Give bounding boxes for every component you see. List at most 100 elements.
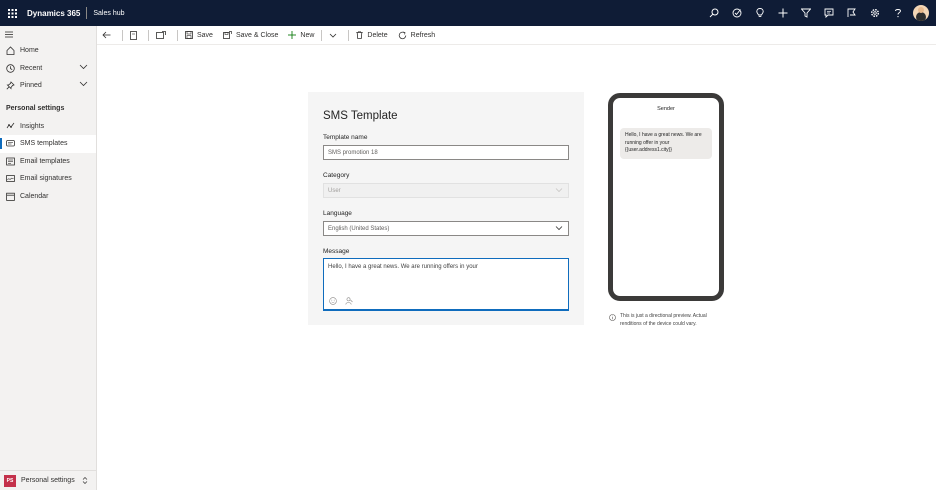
plus-icon — [288, 31, 297, 39]
chevron-down-icon[interactable] — [555, 225, 563, 233]
pin-icon — [6, 81, 15, 90]
emoji-icon[interactable] — [329, 297, 337, 305]
message-value: Hello, I have a great news. We are runni… — [328, 264, 478, 270]
filter-icon[interactable] — [794, 0, 817, 26]
top-icons — [702, 0, 932, 26]
assist-icon[interactable] — [840, 0, 863, 26]
language-value: English (United States) — [328, 225, 390, 232]
message-label: Message — [323, 248, 350, 255]
app-name[interactable]: Dynamics 365 — [27, 9, 80, 18]
sidebar-item-label: Pinned — [20, 82, 42, 90]
back-button[interactable] — [97, 26, 120, 45]
sidebar-item-label: Recent — [20, 64, 43, 72]
app-launcher-icon[interactable] — [0, 0, 24, 26]
sidebar-item-label: SMS templates — [20, 140, 68, 148]
sms-icon — [6, 139, 15, 148]
command-divider — [321, 29, 323, 41]
save-button[interactable]: Save — [180, 26, 218, 45]
sidebar-item-sms-templates[interactable]: SMS templates — [0, 135, 96, 153]
sidebar-item-label: Calendar — [20, 192, 49, 200]
refresh-label: Refresh — [410, 31, 436, 39]
sidebar-item-label: Email templates — [20, 157, 70, 165]
chevron-down-icon[interactable] — [79, 64, 88, 72]
gear-icon[interactable] — [863, 0, 886, 26]
sidebar-item-recent[interactable]: Recent — [0, 60, 96, 78]
form-view-button[interactable] — [125, 26, 146, 45]
personalize-icon[interactable] — [345, 297, 353, 305]
delete-button[interactable]: Delete — [351, 26, 392, 45]
sidebar: Home Recent Pinned Personal settings Ins… — [0, 26, 97, 490]
template-name-label: Template name — [323, 134, 368, 141]
message-toolbar — [329, 297, 361, 305]
title-divider — [86, 7, 88, 19]
save-icon — [185, 31, 193, 39]
new-dropdown-button[interactable] — [324, 26, 346, 45]
sidebar-item-email-signatures[interactable]: Email signatures — [0, 170, 96, 188]
sidebar-item-insights[interactable]: Insights — [0, 118, 96, 136]
chevron-down-icon — [555, 187, 563, 195]
new-button[interactable]: New — [283, 26, 319, 45]
preview-message-bubble: Hello, I have a great news. We are runni… — [620, 128, 712, 159]
language-label: Language — [323, 210, 352, 217]
task-icon[interactable] — [725, 0, 748, 26]
sidebar-item-label: Email signatures — [20, 175, 72, 183]
menu-icon[interactable] — [0, 26, 96, 42]
info-icon — [609, 314, 616, 328]
chevron-down-icon — [329, 33, 337, 38]
new-label: New — [300, 31, 315, 39]
calendar-icon — [6, 192, 15, 201]
main-content: SMS Template Template name SMS promotion… — [97, 45, 936, 490]
back-arrow-icon — [102, 31, 111, 39]
chat-icon[interactable] — [817, 0, 840, 26]
preview-note-text: This is just a directional preview. Actu… — [620, 313, 707, 327]
command-divider — [348, 29, 350, 41]
area-switcher[interactable]: PS Personal settings — [0, 470, 96, 490]
category-value: User — [328, 187, 341, 194]
search-icon[interactable] — [702, 0, 725, 26]
preview-sender: Sender — [657, 106, 675, 112]
chevron-updown-icon — [82, 476, 88, 487]
save-close-label: Save & Close — [235, 31, 279, 39]
sidebar-item-email-templates[interactable]: Email templates — [0, 153, 96, 171]
sidebar-item-pinned[interactable]: Pinned — [0, 77, 96, 95]
section-title: Personal settings — [6, 105, 65, 112]
lightbulb-icon[interactable] — [748, 0, 771, 26]
command-divider — [177, 29, 178, 41]
command-divider — [122, 29, 123, 41]
sidebar-item-calendar[interactable]: Calendar — [0, 188, 96, 206]
popout-button[interactable] — [151, 26, 175, 45]
home-icon — [6, 46, 15, 56]
template-name-field[interactable]: SMS promotion 18 — [323, 145, 569, 160]
clock-icon — [6, 64, 15, 73]
sms-template-form: SMS Template Template name SMS promotion… — [308, 92, 584, 325]
preview-disclaimer: This is just a directional preview. Actu… — [609, 313, 729, 328]
refresh-button[interactable]: Refresh — [393, 26, 441, 45]
signature-icon — [6, 174, 15, 183]
phone-preview: Sender Hello, I have a great news. We ar… — [608, 93, 724, 301]
delete-label: Delete — [367, 31, 388, 39]
help-icon[interactable] — [886, 0, 909, 26]
insights-icon — [6, 122, 15, 131]
message-textarea[interactable]: Hello, I have a great news. We are runni… — [323, 258, 569, 311]
page-title: SMS Template — [323, 110, 398, 122]
area-badge: PS — [4, 474, 16, 487]
sidebar-item-label: Insights — [20, 122, 45, 130]
save-label: Save — [197, 31, 213, 39]
save-close-button[interactable]: Save & Close — [218, 26, 283, 45]
category-field: User — [323, 183, 569, 198]
page-icon — [130, 30, 137, 40]
sidebar-item-home[interactable]: Home — [0, 42, 96, 60]
avatar[interactable] — [909, 0, 932, 26]
template-name-value: SMS promotion 18 — [328, 149, 378, 156]
language-select[interactable]: English (United States) — [323, 221, 569, 236]
command-bar: Save Save & Close New Delete Refresh — [97, 26, 936, 45]
trash-icon — [356, 31, 364, 39]
chevron-down-icon[interactable] — [79, 81, 88, 89]
app-area[interactable]: Sales hub — [93, 10, 124, 17]
area-label: Personal settings — [21, 477, 75, 484]
save-close-icon — [223, 31, 232, 39]
open-new-window-icon — [156, 31, 166, 39]
plus-icon[interactable] — [771, 0, 794, 26]
top-bar: Dynamics 365 Sales hub — [0, 0, 936, 26]
email-template-icon — [6, 157, 15, 166]
